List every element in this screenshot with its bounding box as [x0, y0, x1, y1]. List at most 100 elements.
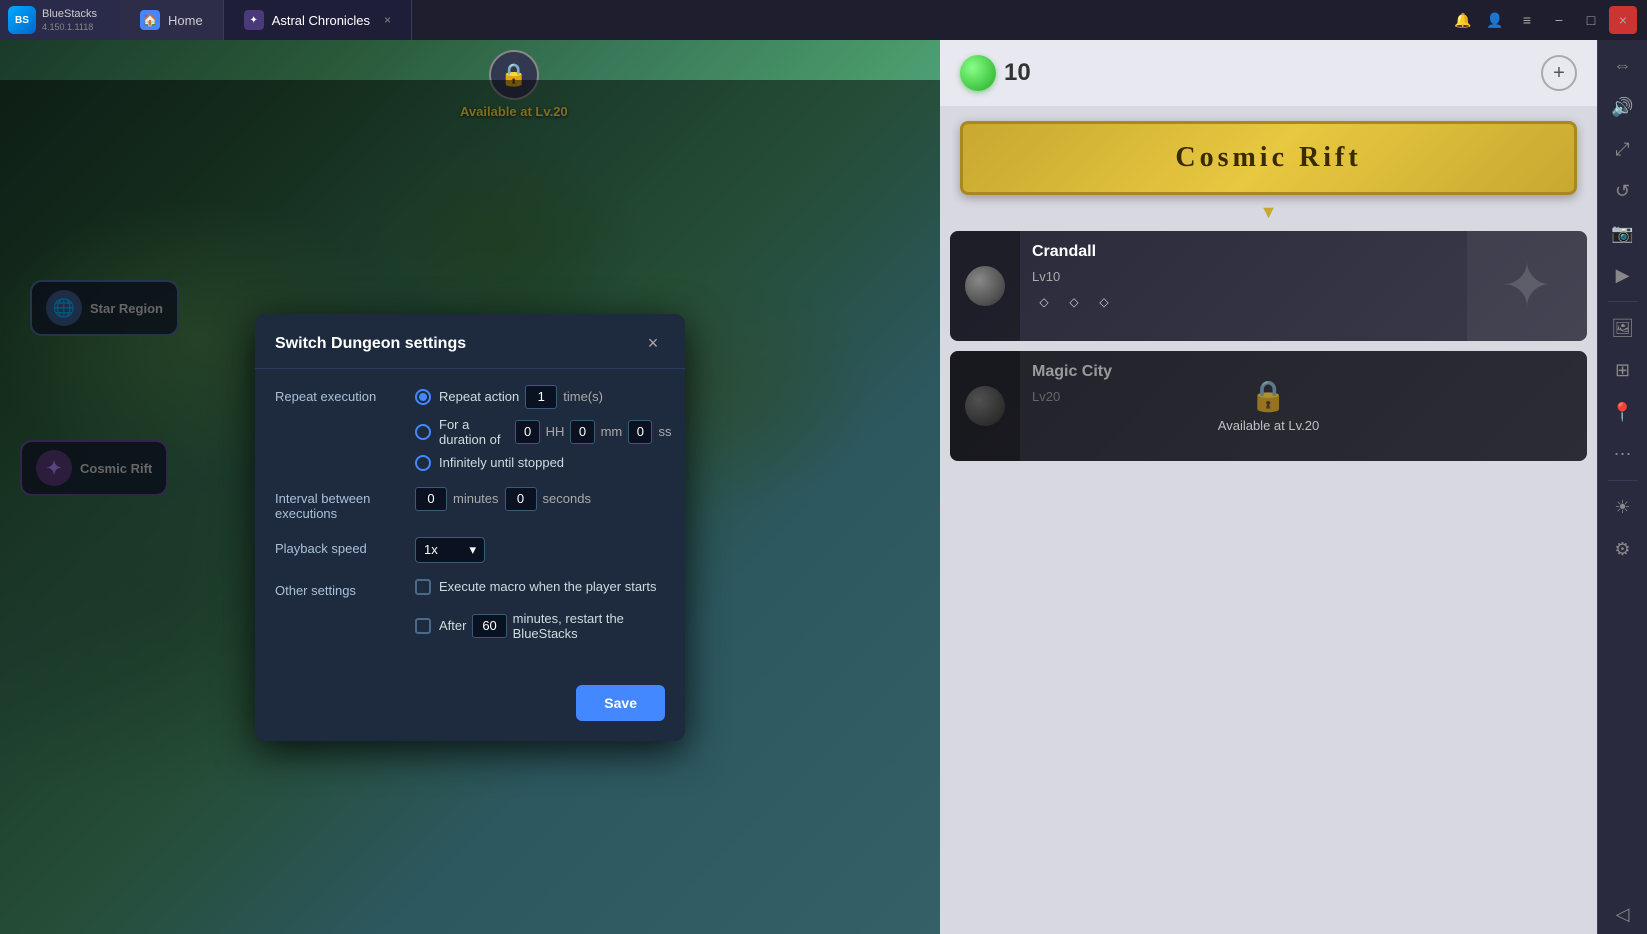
repeat-action-radio[interactable] — [415, 389, 431, 405]
execute-macro-option[interactable]: Execute macro when the player starts — [415, 579, 665, 595]
app-logo: BS BlueStacks 4.150.1.1118 — [0, 0, 120, 40]
repeat-action-label: Repeat action 1 time(s) — [439, 385, 603, 409]
sidebar-divider-2 — [1608, 480, 1638, 481]
duration-mm-input[interactable]: 0 — [570, 420, 594, 444]
restart-checkbox[interactable] — [415, 618, 431, 634]
sidebar-more-icon[interactable]: ⋯ — [1603, 434, 1643, 474]
right-panel-top: 10 + — [940, 40, 1597, 106]
modal-footer: Save — [255, 685, 685, 741]
other-settings-label: Other settings — [275, 579, 415, 598]
sidebar-layers-icon[interactable]: ⊞ — [1603, 350, 1643, 390]
for-duration-radio[interactable] — [415, 424, 431, 440]
titlebar-actions: 🔔 👤 ≡ − □ × — [1439, 6, 1647, 34]
sidebar-expand-icon[interactable]: ⇔ — [1603, 45, 1643, 85]
modal-close-button[interactable]: × — [641, 332, 665, 356]
star-3-icon: ◇ — [1092, 290, 1116, 314]
infinitely-label: Infinitely until stopped — [439, 455, 564, 470]
crandall-art: ✦ — [1467, 231, 1587, 341]
interval-minutes-input[interactable]: 0 — [415, 487, 447, 511]
hh-label: HH — [546, 424, 565, 439]
save-button[interactable]: Save — [576, 685, 665, 721]
switch-dungeon-modal: Switch Dungeon settings × Repeat executi… — [255, 314, 685, 741]
modal-header: Switch Dungeon settings × — [255, 314, 685, 369]
repeat-execution-row: Repeat execution Repeat action 1 time(s) — [275, 385, 665, 471]
menu-icon[interactable]: ≡ — [1513, 6, 1541, 34]
game-area: 🔒 Available at Lv.20 🌐 Star Region ✦ Cos… — [0, 40, 940, 934]
playback-speed-label: Playback speed — [275, 537, 415, 556]
sidebar-image-icon[interactable]: 🖼 — [1603, 308, 1643, 348]
infinitely-option[interactable]: Infinitely until stopped — [415, 455, 671, 471]
magic-city-card[interactable]: Magic City Lv20 🔒 Available at Lv.20 — [950, 351, 1587, 461]
sidebar-volume-icon[interactable]: 🔊 — [1603, 87, 1643, 127]
add-gems-button[interactable]: + — [1541, 55, 1577, 91]
star-2-icon: ◇ — [1062, 290, 1086, 314]
minimize-button[interactable]: − — [1545, 6, 1573, 34]
sidebar-divider-1 — [1608, 301, 1638, 302]
close-button[interactable]: × — [1609, 6, 1637, 34]
gem-counter: 10 — [960, 55, 1031, 91]
home-icon: 🏠 — [140, 10, 160, 30]
user-icon[interactable]: 👤 — [1481, 6, 1509, 34]
bell-icon[interactable]: 🔔 — [1449, 6, 1477, 34]
repeat-execution-controls: Repeat action 1 time(s) For a duration o… — [415, 385, 671, 471]
duration-hh-input[interactable]: 0 — [515, 420, 539, 444]
tab-game[interactable]: ✦ Astral Chronicles × — [224, 0, 412, 40]
other-settings-controls: Execute macro when the player starts Aft… — [415, 579, 665, 649]
duration-ss-input[interactable]: 0 — [628, 420, 652, 444]
tab-close-icon[interactable]: × — [384, 13, 391, 27]
modal-overlay: Switch Dungeon settings × Repeat executi… — [0, 80, 940, 934]
playback-speed-row: Playback speed 1x ▾ — [275, 537, 665, 563]
execute-macro-checkbox[interactable] — [415, 579, 431, 595]
crandall-icon — [950, 231, 1020, 341]
repeat-action-option[interactable]: Repeat action 1 time(s) — [415, 385, 671, 409]
restart-option[interactable]: After 60 minutes, restart the BlueStacks — [415, 611, 665, 641]
restart-label: After 60 minutes, restart the BlueStacks — [439, 611, 665, 641]
playback-speed-select[interactable]: 1x ▾ — [415, 537, 485, 563]
sidebar-settings-icon[interactable]: ⚙ — [1603, 529, 1643, 569]
interval-inputs: 0 minutes 0 seconds — [415, 487, 665, 511]
sidebar-location-icon[interactable]: 📍 — [1603, 392, 1643, 432]
dropdown-arrow-icon: ▾ — [469, 542, 476, 558]
seconds-label: seconds — [543, 491, 591, 506]
right-sidebar: ⇔ 🔊 ⤢ ↺ 📷 ▶ 🖼 ⊞ 📍 ⋯ ☀ ⚙ ◁ — [1597, 0, 1647, 934]
titlebar: BS BlueStacks 4.150.1.1118 🏠 Home ✦ Astr… — [0, 0, 1647, 40]
repeat-execution-label: Repeat execution — [275, 385, 415, 404]
sidebar-video-icon[interactable]: ▶ — [1603, 255, 1643, 295]
execute-macro-label: Execute macro when the player starts — [439, 579, 657, 594]
crandall-info: Crandall Lv10 ◇ ◇ ◇ — [1020, 231, 1467, 341]
ss-label: ss — [658, 424, 671, 439]
restart-minutes-input[interactable]: 60 — [472, 614, 506, 638]
repeat-action-input[interactable]: 1 — [525, 385, 557, 409]
mm-label: mm — [601, 424, 623, 439]
home-tab-label: Home — [168, 13, 203, 28]
sidebar-expand2-icon[interactable]: ⤢ — [1603, 129, 1643, 169]
sidebar-screenshot-icon[interactable]: 📷 — [1603, 213, 1643, 253]
speed-value: 1x — [424, 542, 438, 557]
right-panel: 10 + Cosmic Rift ▼ Crandall Lv10 ◇ ◇ ◇ ✦… — [940, 40, 1597, 934]
tab-home[interactable]: 🏠 Home — [120, 0, 224, 40]
interval-row: Interval between executions 0 minutes 0 … — [275, 487, 665, 521]
other-settings-row: Other settings Execute macro when the pl… — [275, 579, 665, 649]
crandall-stars: ◇ ◇ ◇ — [1032, 290, 1455, 314]
magic-city-lock-icon: 🔒 — [1250, 379, 1287, 414]
gem-icon — [960, 55, 996, 91]
infinitely-radio[interactable] — [415, 455, 431, 471]
locked-overlay: 🔒 Available at Lv.20 — [950, 351, 1587, 461]
repeat-action-unit: time(s) — [563, 389, 603, 404]
for-duration-label: For a duration of 0 HH 0 mm 0 ss — [439, 417, 671, 447]
sidebar-brightness-icon[interactable]: ☀ — [1603, 487, 1643, 527]
for-duration-option[interactable]: For a duration of 0 HH 0 mm 0 ss — [415, 417, 671, 447]
app-name: BlueStacks — [42, 8, 97, 21]
sidebar-back-icon[interactable]: ◁ — [1603, 894, 1643, 934]
interval-controls: 0 minutes 0 seconds — [415, 487, 665, 511]
banner-arrow-icon: ▼ — [940, 202, 1597, 223]
game-tab-icon: ✦ — [244, 10, 264, 30]
crandall-card[interactable]: Crandall Lv10 ◇ ◇ ◇ ✦ — [950, 231, 1587, 341]
cosmic-rift-banner[interactable]: Cosmic Rift — [960, 121, 1577, 195]
sidebar-rotate-icon[interactable]: ↺ — [1603, 171, 1643, 211]
maximize-button[interactable]: □ — [1577, 6, 1605, 34]
app-version: 4.150.1.1118 — [42, 22, 97, 32]
interval-seconds-input[interactable]: 0 — [505, 487, 537, 511]
gem-count: 10 — [1004, 59, 1031, 87]
game-tab-label: Astral Chronicles — [272, 13, 370, 28]
